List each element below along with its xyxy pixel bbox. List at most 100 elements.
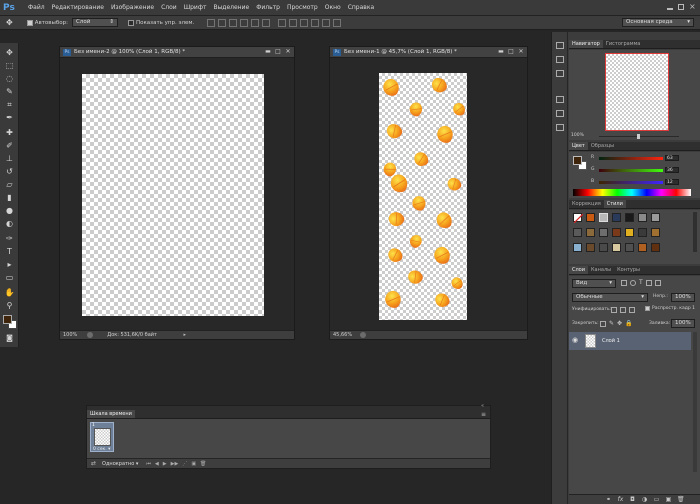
fg-color-chip[interactable] xyxy=(573,156,582,165)
frame-delay[interactable]: 0 сек. ▾ xyxy=(93,447,110,452)
lock-all-icon[interactable]: 🔒 xyxy=(625,321,632,327)
minimize-icon[interactable]: ▬ xyxy=(497,49,505,55)
red-slider[interactable] xyxy=(599,157,663,160)
menu-filter[interactable]: Фильтр xyxy=(256,4,280,11)
layer-name[interactable]: Слой 1 xyxy=(602,338,620,344)
tween-icon[interactable]: ⋰ xyxy=(182,461,187,467)
style-swatch[interactable] xyxy=(651,243,660,252)
style-none-swatch[interactable] xyxy=(573,213,584,224)
maximize-icon[interactable]: □ xyxy=(507,49,515,55)
navigator-zoom-value[interactable]: 100% xyxy=(571,133,584,138)
minimize-icon[interactable]: ▬ xyxy=(264,49,272,55)
move-tool-icon[interactable]: ✥ xyxy=(4,47,15,58)
style-swatch[interactable] xyxy=(586,213,595,222)
unify-position-icon[interactable] xyxy=(611,307,617,313)
document-tab-2[interactable]: Ps Без имени-1 @ 45,7% (Слой 1, RGB/8) *… xyxy=(330,47,527,58)
autoselect-checkbox[interactable]: Автовыбор: xyxy=(26,19,68,26)
eyedropper-tool-icon[interactable]: ✒ xyxy=(4,112,15,123)
tab-timeline[interactable]: Шкала времени xyxy=(87,410,135,418)
tab-styles[interactable]: Стили xyxy=(603,200,626,208)
tab-layers[interactable]: Слои xyxy=(569,266,588,274)
convert-to-video-timeline-icon[interactable]: ⇄ xyxy=(91,460,96,467)
tab-navigator[interactable]: Навигатор xyxy=(569,40,603,48)
unify-visibility-icon[interactable] xyxy=(620,307,626,313)
filter-smart-icon[interactable] xyxy=(654,280,661,286)
new-layer-icon[interactable]: ▣ xyxy=(665,496,672,503)
align-vcenter-icon[interactable] xyxy=(218,18,227,27)
layer-row[interactable]: ◉ Слой 1 xyxy=(569,332,691,350)
info-panel-icon[interactable] xyxy=(556,96,564,103)
autoselect-select[interactable]: Слой ⇕ xyxy=(71,18,118,27)
actions-panel-icon[interactable] xyxy=(556,70,564,77)
new-group-icon[interactable]: ▭ xyxy=(653,496,660,503)
blue-slider[interactable] xyxy=(599,181,663,184)
filter-pixel-icon[interactable] xyxy=(621,280,627,286)
type-tool-icon[interactable]: T xyxy=(4,246,15,257)
style-swatch[interactable] xyxy=(573,228,582,237)
navigator-slider-handle[interactable] xyxy=(637,134,640,139)
zoom-tool-icon[interactable]: ⚲ xyxy=(4,300,15,311)
style-swatch[interactable] xyxy=(612,228,621,237)
align-top-icon[interactable] xyxy=(207,18,216,27)
style-swatch[interactable] xyxy=(612,213,621,222)
opacity-field[interactable]: 100% xyxy=(671,293,695,302)
workspace-select[interactable]: Основная среда ▾ xyxy=(622,18,694,27)
red-value[interactable]: 63 xyxy=(665,155,679,161)
tab-adjustments[interactable]: Коррекция xyxy=(569,200,604,208)
style-swatch[interactable] xyxy=(638,213,647,222)
menu-help[interactable]: Справка xyxy=(348,4,374,11)
crop-tool-icon[interactable]: ⌗ xyxy=(4,99,15,110)
path-select-tool-icon[interactable]: ▸ xyxy=(4,259,15,270)
align-bottom-icon[interactable] xyxy=(229,18,238,27)
filter-adjustment-icon[interactable] xyxy=(630,280,636,286)
lock-transparency-icon[interactable] xyxy=(600,321,606,327)
filter-shape-icon[interactable] xyxy=(645,280,652,286)
style-swatch[interactable] xyxy=(586,243,595,252)
close-icon[interactable]: × xyxy=(689,3,696,12)
tab-histogram[interactable]: Гистограмма xyxy=(603,40,644,48)
link-layers-icon[interactable]: ⚭ xyxy=(605,496,612,503)
align-hcenter-icon[interactable] xyxy=(251,18,260,27)
zoom-level-2[interactable]: 45,66% xyxy=(333,332,352,338)
maximize-icon[interactable]: □ xyxy=(274,49,282,55)
lasso-tool-icon[interactable]: ◌ xyxy=(4,73,15,84)
quick-select-tool-icon[interactable]: ✎ xyxy=(4,86,15,97)
layers-scrollbar[interactable] xyxy=(693,332,697,472)
style-swatch[interactable] xyxy=(586,228,595,237)
first-frame-icon[interactable]: ⏮ xyxy=(146,461,151,467)
quick-mask-icon[interactable]: ◙ xyxy=(4,333,15,344)
minimize-icon[interactable] xyxy=(667,8,673,10)
add-mask-icon[interactable]: ◘ xyxy=(629,496,636,503)
zoom-level-1[interactable]: 100% xyxy=(63,332,77,338)
tab-color[interactable]: Цвет xyxy=(569,142,588,150)
clone-stamp-tool-icon[interactable]: ⊥ xyxy=(4,153,15,164)
maximize-icon[interactable] xyxy=(678,4,684,10)
lock-position-icon[interactable]: ✥ xyxy=(617,321,622,327)
style-swatch[interactable] xyxy=(599,228,608,237)
blue-value[interactable]: 12 xyxy=(665,179,679,185)
show-controls-checkbox[interactable]: Показать упр. элем. xyxy=(127,19,194,26)
navigator-preview[interactable] xyxy=(605,53,669,131)
marquee-tool-icon[interactable]: ⬚ xyxy=(4,60,15,71)
document-tab-1[interactable]: Ps Без имени-2 @ 100% (Слой 1, RGB/8) * … xyxy=(60,47,294,58)
shape-tool-icon[interactable]: ▭ xyxy=(4,272,15,283)
adjustment-layer-icon[interactable]: ◑ xyxy=(641,496,648,503)
blend-mode-select[interactable]: Обычные ▾ xyxy=(572,293,648,302)
style-swatch[interactable] xyxy=(599,243,608,252)
status-menu-arrow-icon[interactable]: ▸ xyxy=(183,332,186,338)
eraser-tool-icon[interactable]: ▱ xyxy=(4,179,15,190)
close-icon[interactable]: ✕ xyxy=(517,49,525,55)
style-swatch[interactable] xyxy=(625,228,634,237)
tab-paths[interactable]: Контуры xyxy=(614,266,643,274)
green-slider[interactable] xyxy=(599,169,663,172)
green-value[interactable]: 36 xyxy=(665,167,679,173)
style-swatch[interactable] xyxy=(599,213,608,222)
blur-tool-icon[interactable]: ● xyxy=(4,205,15,216)
play-icon[interactable]: ▶ xyxy=(163,461,167,467)
layer-style-icon[interactable]: fx xyxy=(617,496,624,503)
unify-style-icon[interactable] xyxy=(629,307,635,313)
delete-layer-icon[interactable]: 🗑 xyxy=(677,496,685,503)
distribute-bottom-icon[interactable] xyxy=(300,18,309,27)
panel-menu-icon[interactable]: ≡ xyxy=(481,411,486,418)
previous-frame-icon[interactable]: ◀ xyxy=(155,461,159,467)
